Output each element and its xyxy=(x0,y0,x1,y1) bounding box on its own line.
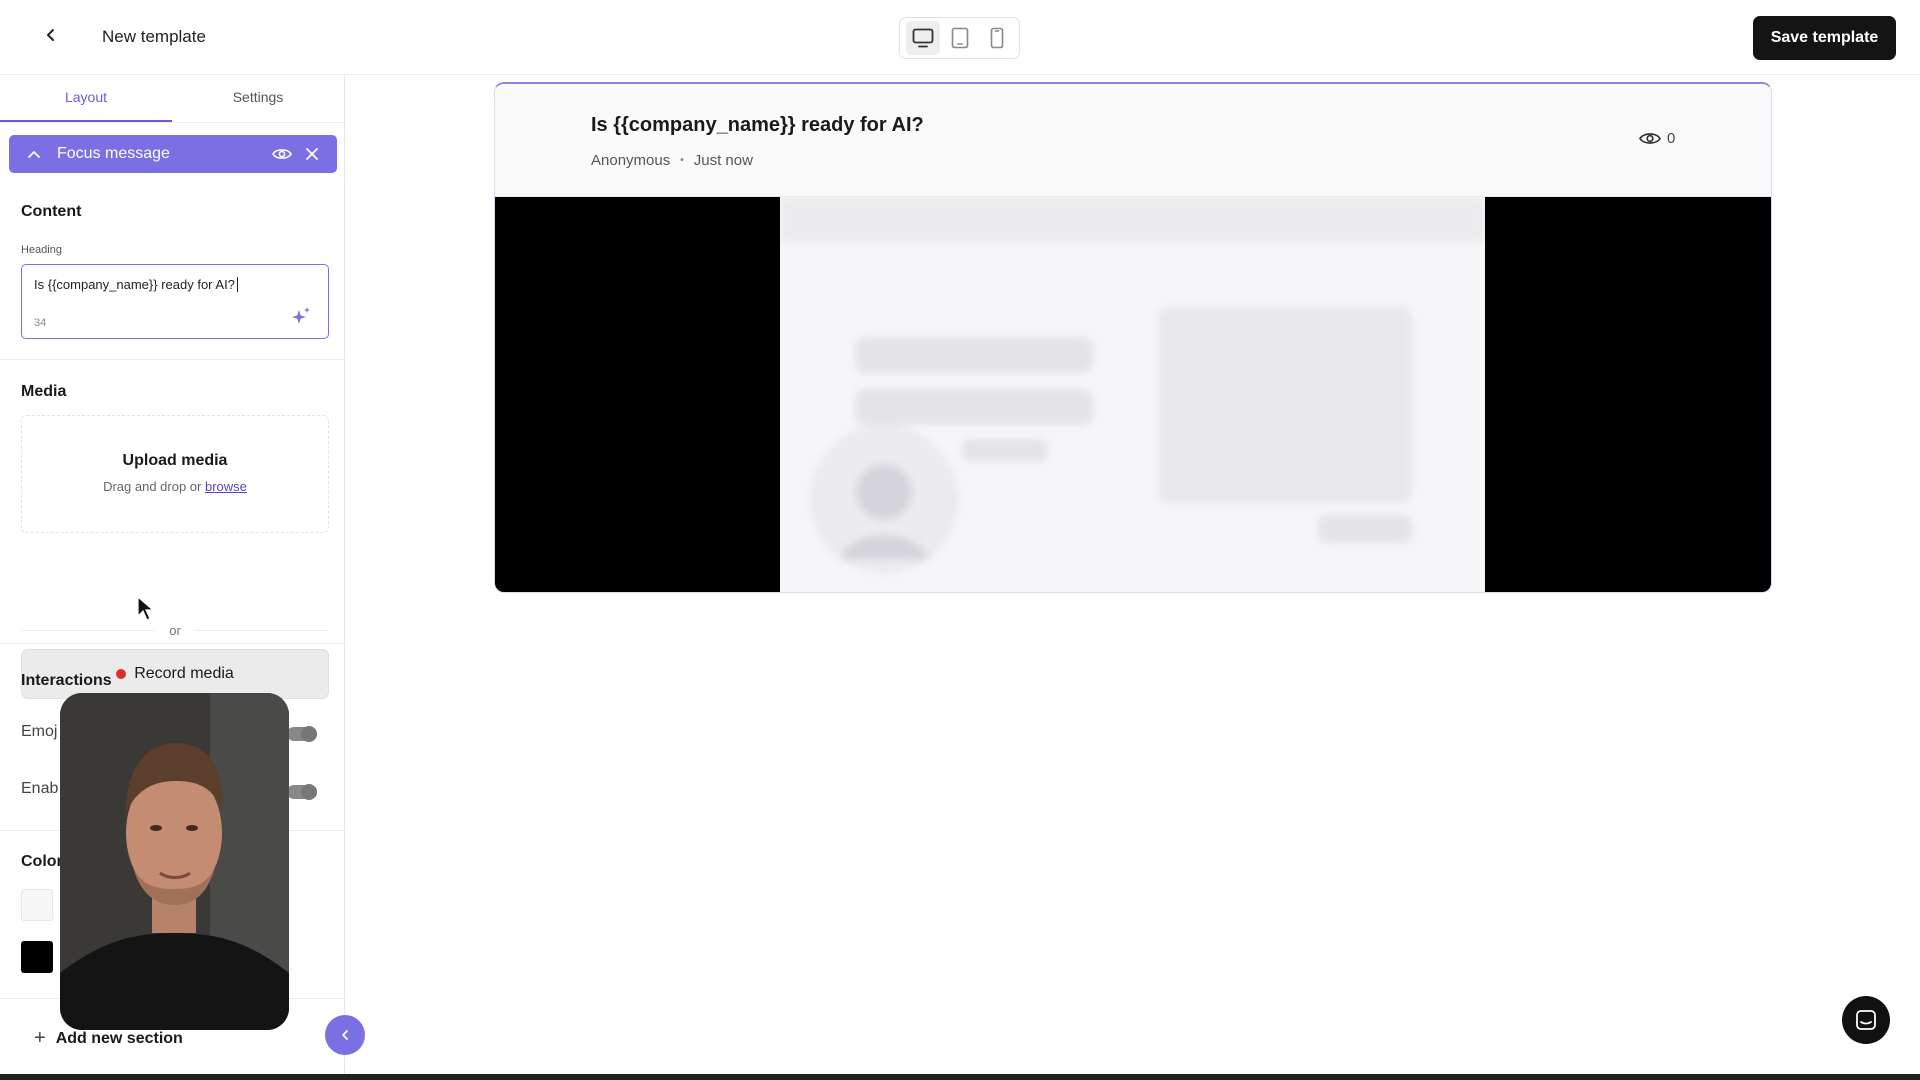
focus-message-label: Focus message xyxy=(57,145,170,162)
focus-message-section-header[interactable]: Focus message xyxy=(9,135,337,173)
preview-header: Is {{company_name}} ready for AI? Anonym… xyxy=(495,84,1771,197)
preview-time: Just now xyxy=(693,152,753,169)
preview-title: Is {{company_name}} ready for AI? xyxy=(591,114,924,136)
meta-separator: • xyxy=(680,155,684,166)
upload-media-hint: Drag and drop or browse xyxy=(22,479,328,494)
chat-icon xyxy=(1856,1010,1876,1030)
heading-char-count: 34 xyxy=(34,317,47,329)
interactions-section-title: Interactions xyxy=(21,672,112,689)
add-new-section-button[interactable]: + Add new section xyxy=(34,1027,183,1050)
presenter-video-feed xyxy=(60,693,289,1030)
divider xyxy=(0,359,345,360)
sidebar-tabs: Layout Settings xyxy=(0,75,344,123)
eye-icon xyxy=(1639,133,1661,144)
divider xyxy=(0,643,345,644)
page-title: New template xyxy=(102,27,206,46)
tablet-view-button[interactable] xyxy=(943,21,977,55)
or-separator: or xyxy=(21,620,329,640)
template-preview-card: Is {{company_name}} ready for AI? Anonym… xyxy=(494,82,1772,593)
plus-icon: + xyxy=(34,1027,46,1049)
upload-hint-text: Drag and drop or xyxy=(103,479,202,494)
preview-meta: Anonymous • Just now xyxy=(591,152,753,169)
color-swatch-dark[interactable] xyxy=(21,941,53,973)
text-caret xyxy=(236,277,242,292)
upload-media-title: Upload media xyxy=(122,452,228,469)
desktop-icon xyxy=(912,28,933,48)
view-count-value: 0 xyxy=(1667,130,1676,147)
preview-video[interactable] xyxy=(495,197,1771,592)
app-window: New template Save template Layout Settin… xyxy=(0,0,1920,1074)
desktop-view-button[interactable] xyxy=(905,21,940,55)
video-frame xyxy=(780,197,1485,592)
content-section-title: Content xyxy=(21,203,82,220)
close-icon xyxy=(306,148,318,160)
tablet-icon xyxy=(951,27,968,49)
emoji-toggle-label: Emoj xyxy=(21,723,58,740)
or-line-left xyxy=(21,629,156,631)
tab-settings[interactable]: Settings xyxy=(172,75,344,122)
collapse-sidebar-button[interactable] xyxy=(325,1015,365,1055)
enable-toggle-label: Enab xyxy=(21,780,59,797)
eye-icon xyxy=(272,149,292,159)
remove-section-button[interactable] xyxy=(297,139,327,169)
record-dot-icon xyxy=(116,669,127,679)
chevron-left-icon xyxy=(342,1030,348,1040)
top-bar: New template Save template xyxy=(0,0,1920,75)
color-swatch-light[interactable] xyxy=(21,889,53,921)
sparkle-icon xyxy=(292,307,310,324)
heading-input-value: Is {{company_name}} ready for AI? xyxy=(34,277,235,292)
record-media-label: Record media xyxy=(134,665,234,682)
view-count: 0 xyxy=(1639,130,1675,147)
emoji-toggle[interactable] xyxy=(287,726,317,742)
tab-layout[interactable]: Layout xyxy=(0,75,172,122)
back-button[interactable] xyxy=(38,22,64,48)
mouse-cursor-icon xyxy=(137,595,155,627)
save-template-button[interactable]: Save template xyxy=(1753,16,1896,60)
add-new-section-label: Add new section xyxy=(55,1029,183,1047)
or-line-right xyxy=(194,629,329,631)
device-switcher xyxy=(899,17,1020,59)
ai-sparkle-button[interactable] xyxy=(290,306,312,331)
upload-media-dropzone[interactable]: Upload media Drag and drop or browse xyxy=(21,415,329,533)
or-text: or xyxy=(169,622,181,638)
heading-field-label: Heading xyxy=(21,244,62,256)
heading-input[interactable]: Is {{company_name}} ready for AI? 34 xyxy=(21,264,329,339)
chevron-left-icon xyxy=(47,29,54,41)
colors-section-title: Color xyxy=(21,853,63,870)
preview-author: Anonymous xyxy=(591,152,671,169)
chat-support-button[interactable] xyxy=(1842,996,1890,1044)
webcam-overlay[interactable] xyxy=(60,693,289,1030)
blurred-video-content xyxy=(780,197,1485,573)
enable-toggle[interactable] xyxy=(287,784,317,800)
media-section-title: Media xyxy=(21,383,67,400)
visibility-toggle-button[interactable] xyxy=(267,139,297,169)
mobile-icon xyxy=(990,27,1003,49)
chevron-up-icon[interactable] xyxy=(27,149,57,159)
mobile-view-button[interactable] xyxy=(980,21,1014,55)
browse-link[interactable]: browse xyxy=(205,479,247,494)
